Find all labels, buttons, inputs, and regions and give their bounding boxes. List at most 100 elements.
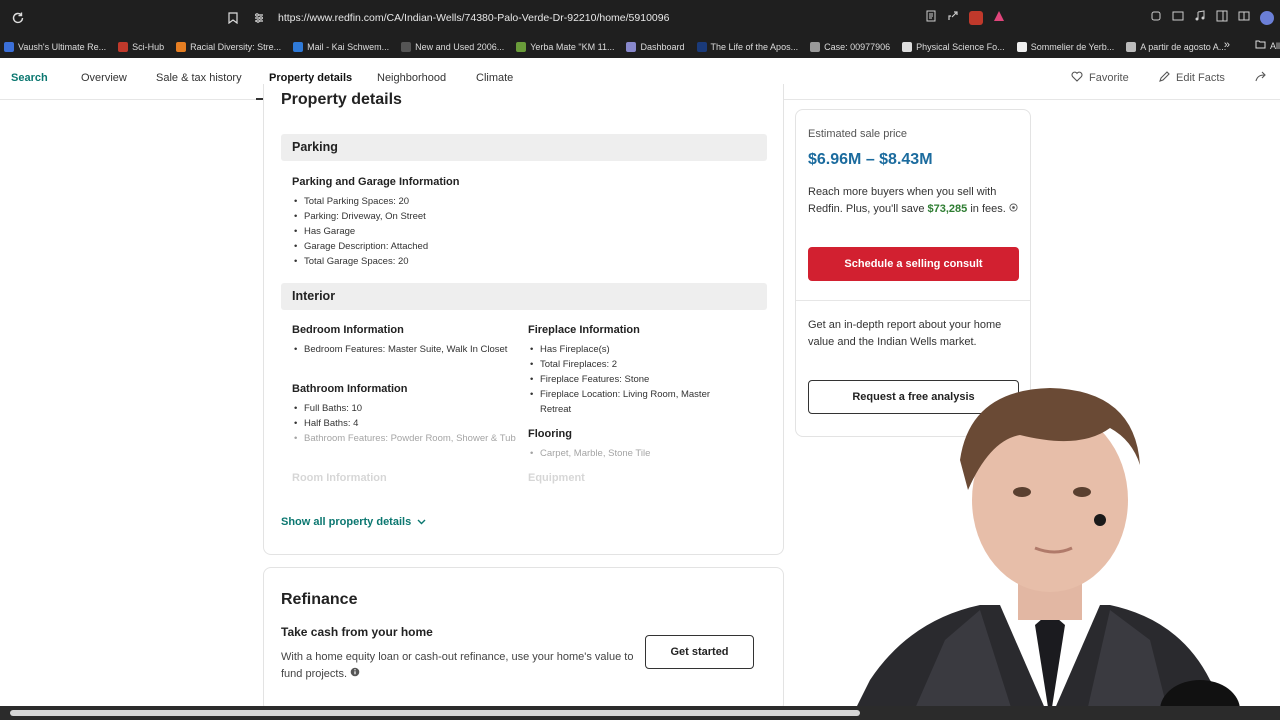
all-bookmarks-label: All: [1269, 40, 1280, 51]
bookmark-favicon-icon: [176, 42, 187, 52]
bookmark-favicon-icon: [118, 42, 129, 52]
bookmark-item[interactable]: Sci-Hub: [118, 42, 164, 52]
heart-icon: [1071, 71, 1083, 85]
refinance-subtitle: Take cash from your home: [281, 625, 433, 639]
bookmark-favicon-icon: [401, 42, 412, 52]
interior-section-header: Interior: [281, 283, 767, 310]
bookmark-label: A partir de agosto A...: [1140, 42, 1227, 52]
bookmark-favicon-icon: [516, 42, 527, 52]
info-icon[interactable]: [1009, 203, 1018, 215]
show-all-label: Show all property details: [281, 516, 412, 528]
tab-neighborhood[interactable]: Neighborhood: [377, 72, 446, 84]
reach-buyers-text: Reach more buyers when you sell with Red…: [808, 184, 1023, 218]
tab-overview[interactable]: Overview: [81, 72, 127, 84]
bookmark-item[interactable]: Physical Science Fo...: [902, 42, 1005, 52]
share-button[interactable]: [1255, 71, 1267, 85]
schedule-selling-consult-button[interactable]: Schedule a selling consult: [808, 247, 1019, 281]
profile-avatar[interactable]: [1260, 11, 1274, 25]
bookmarks-overflow-icon[interactable]: »: [1224, 39, 1230, 51]
bookmark-icon[interactable]: [222, 12, 244, 24]
nav-search[interactable]: Search: [11, 72, 48, 84]
bookmark-item[interactable]: Mail - Kai Schwem...: [293, 42, 389, 52]
list-item: Bedroom Features: Master Suite, Walk In …: [292, 342, 517, 357]
property-details-title: Property details: [281, 91, 402, 108]
list-item: Carpet, Marble, Stone Tile: [528, 446, 743, 461]
report-text: Get an in-depth report about your home v…: [808, 319, 1002, 348]
tab-sale-tax-history[interactable]: Sale & tax history: [156, 72, 242, 84]
list-item: Has Garage: [292, 224, 532, 239]
list-item: Total Fireplaces: 2: [528, 357, 743, 372]
bookmark-label: Racial Diversity: Stre...: [190, 42, 282, 52]
folder-icon: [1255, 40, 1266, 51]
bookmark-label: Mail - Kai Schwem...: [307, 42, 390, 52]
share-icon[interactable]: [947, 9, 959, 27]
list-item: Total Parking Spaces: 20: [292, 194, 532, 209]
scrollbar-thumb[interactable]: [10, 710, 860, 716]
parking-garage-heading: Parking and Garage Information: [292, 176, 460, 188]
bookmark-favicon-icon: [626, 42, 637, 52]
tab-icon[interactable]: [1172, 9, 1184, 27]
split-view-icon[interactable]: [1238, 9, 1250, 27]
bookmark-item[interactable]: The Life of the Apos...: [696, 42, 799, 52]
bookmark-item[interactable]: Sommelier de Yerb...: [1016, 42, 1114, 52]
refinance-body: With a home equity loan or cash-out refi…: [281, 649, 641, 683]
bookmark-item[interactable]: Case: 00977906: [810, 42, 890, 52]
bookmark-item[interactable]: New and Used 2006...: [401, 42, 504, 52]
bookmark-label: The Life of the Apos...: [710, 42, 799, 52]
bookmark-item[interactable]: Vaush's Ultimate Re...: [4, 42, 106, 52]
bathroom-list: Full Baths: 10 Half Baths: 4 Bathroom Fe…: [292, 401, 520, 446]
url-text[interactable]: https://www.redfin.com/CA/Indian-Wells/7…: [278, 12, 669, 24]
bookmark-label: Vaush's Ultimate Re...: [18, 42, 107, 52]
edit-facts-label: Edit Facts: [1176, 72, 1225, 84]
favorite-button[interactable]: Favorite: [1071, 71, 1129, 85]
bookmark-item[interactable]: Racial Diversity: Stre...: [176, 42, 281, 52]
address-bar[interactable]: https://www.redfin.com/CA/Indian-Wells/7…: [222, 6, 1022, 30]
chevron-down-icon: [417, 516, 426, 528]
tab-property-details[interactable]: Property details: [269, 72, 352, 84]
list-item: Fireplace Features: Stone: [528, 372, 743, 387]
bookmark-label: Sci-Hub: [132, 42, 165, 52]
interior-section-label: Interior: [292, 289, 336, 303]
equipment-heading: Equipment: [528, 472, 585, 484]
webcam-overlay: [850, 380, 1240, 720]
bedroom-heading: Bedroom Information: [292, 324, 404, 336]
list-item: Fireplace Location: Living Room, Master …: [528, 387, 743, 417]
bedroom-list: Bedroom Features: Master Suite, Walk In …: [292, 342, 517, 357]
bookmark-item[interactable]: A partir de agosto A...: [1126, 42, 1226, 52]
site-info-icon[interactable]: [248, 12, 270, 24]
bookmark-favicon-icon: [1016, 42, 1027, 52]
save-amount: $73,285: [927, 203, 968, 215]
sidebar-divider: [796, 300, 1030, 301]
bathroom-heading: Bathroom Information: [292, 383, 408, 395]
extension-shield-icon[interactable]: [969, 11, 983, 25]
extension-triangle-icon[interactable]: [993, 9, 1005, 27]
edit-facts-button[interactable]: Edit Facts: [1159, 71, 1225, 85]
favorite-label: Favorite: [1089, 72, 1129, 84]
list-item: Total Garage Spaces: 20: [292, 254, 532, 269]
flooring-heading: Flooring: [528, 428, 572, 440]
list-item: Bathroom Features: Powder Room, Shower &…: [292, 431, 520, 446]
reload-icon[interactable]: [0, 0, 36, 36]
share-arrow-icon: [1255, 71, 1267, 85]
fireplace-heading: Fireplace Information: [528, 324, 640, 336]
horizontal-scrollbar[interactable]: [0, 706, 1280, 720]
bookmark-favicon-icon: [4, 42, 14, 52]
browser-toolbar: https://www.redfin.com/CA/Indian-Wells/7…: [0, 0, 1280, 36]
media-icon[interactable]: [1194, 9, 1206, 27]
bookmark-item[interactable]: Yerba Mate "KM 11...: [516, 42, 614, 52]
bookmark-label: Yerba Mate "KM 11...: [530, 42, 615, 52]
flooring-list: Carpet, Marble, Stone Tile: [528, 446, 743, 461]
bookmark-favicon-icon: [1126, 42, 1137, 52]
tab-climate[interactable]: Climate: [476, 72, 513, 84]
get-started-button[interactable]: Get started: [645, 635, 754, 669]
all-bookmarks-button[interactable]: All: [1255, 40, 1280, 51]
sidebar-icon[interactable]: [1216, 9, 1228, 27]
list-item: Parking: Driveway, On Street: [292, 209, 532, 224]
bookmark-favicon-icon: [293, 42, 304, 52]
bookmark-label: New and Used 2006...: [415, 42, 505, 52]
show-all-details-link[interactable]: Show all property details: [281, 516, 426, 528]
info-icon[interactable]: [350, 667, 360, 680]
reader-mode-icon[interactable]: [925, 9, 937, 27]
extensions-icon[interactable]: [1150, 9, 1162, 27]
bookmark-item[interactable]: Dashboard: [626, 42, 685, 52]
